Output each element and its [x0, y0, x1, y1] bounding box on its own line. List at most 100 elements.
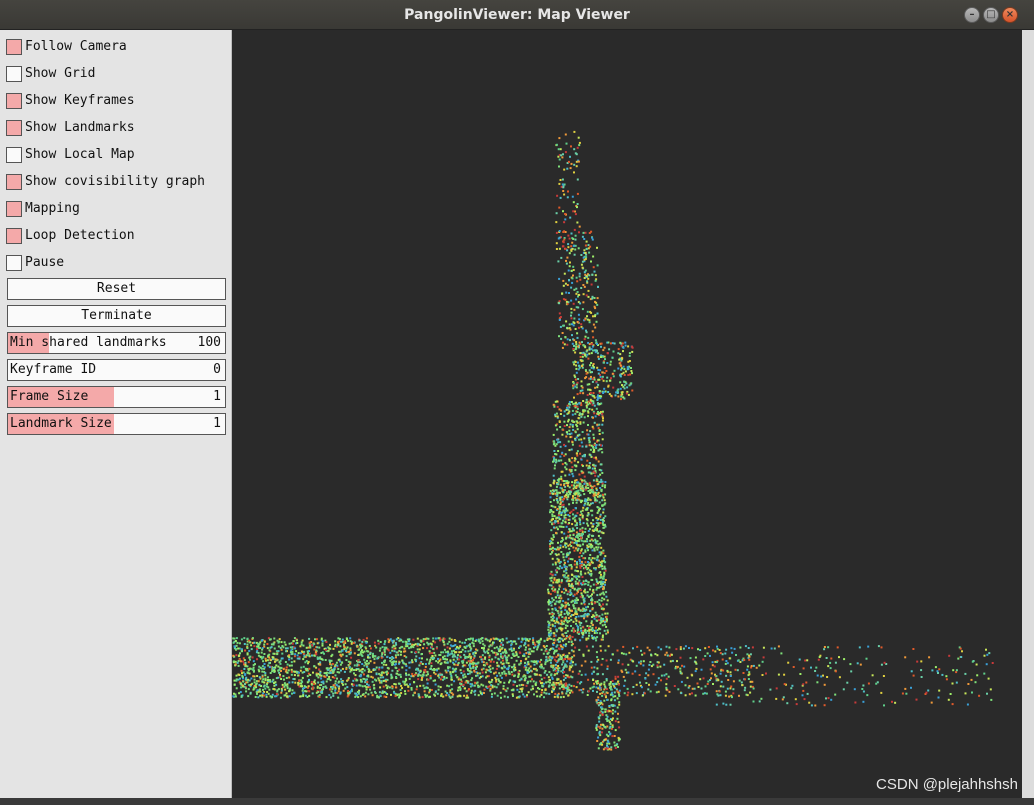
landmark-point	[573, 541, 576, 544]
landmark-point	[592, 392, 595, 394]
landmark-point	[731, 651, 734, 654]
reset-button[interactable]: Reset	[7, 278, 226, 300]
landmark-point	[630, 370, 633, 372]
landmark-point	[566, 498, 569, 501]
maximize-button[interactable]: □	[983, 7, 999, 23]
landmark-point	[370, 691, 373, 694]
landmark-point	[446, 642, 449, 645]
landmark-point	[587, 424, 589, 426]
landmark-point	[408, 661, 411, 664]
landmark-point	[559, 441, 562, 444]
landmark-point	[495, 686, 498, 689]
landmark-point	[338, 671, 341, 674]
landmark-size-slider[interactable]: Landmark Size 1	[7, 413, 226, 435]
landmark-point	[589, 466, 591, 469]
min-shared-landmarks-slider[interactable]: Min shared landmarks 100	[7, 332, 226, 354]
landmark-point	[334, 663, 337, 666]
landmark-point	[354, 674, 357, 677]
landmark-point	[589, 588, 591, 591]
landmark-point	[806, 692, 809, 695]
landmark-point	[293, 691, 295, 694]
landmark-point	[547, 624, 550, 627]
landmark-point	[558, 647, 560, 650]
landmark-point	[740, 681, 743, 684]
landmark-point	[581, 479, 584, 482]
landmark-point	[539, 660, 541, 663]
landmark-point	[630, 367, 632, 369]
landmark-point	[601, 673, 604, 676]
terminate-button[interactable]: Terminate	[7, 305, 226, 327]
minimize-button[interactable]: –	[964, 7, 980, 23]
checkbox-box[interactable]	[6, 39, 22, 55]
keyframe-id-field[interactable]: Keyframe ID 0	[7, 359, 226, 381]
landmark-point	[412, 638, 415, 641]
landmark-point	[429, 675, 432, 678]
landmark-point	[592, 490, 595, 493]
landmark-point	[563, 420, 566, 423]
landmark-point	[267, 686, 270, 689]
landmark-point	[568, 522, 571, 524]
landmark-point	[542, 652, 545, 655]
landmark-point	[575, 492, 578, 495]
landmark-point	[414, 651, 417, 654]
landmark-point	[598, 571, 601, 574]
landmark-point	[696, 682, 699, 685]
landmark-point	[576, 563, 579, 566]
landmark-point	[604, 649, 607, 652]
landmark-point	[567, 482, 569, 485]
checkbox-box[interactable]	[6, 93, 22, 109]
landmark-point	[358, 661, 361, 664]
landmark-point	[834, 670, 837, 673]
landmark-point	[614, 394, 617, 397]
frame-size-slider[interactable]: Frame Size 1	[7, 386, 226, 408]
landmark-point	[430, 645, 433, 648]
landmark-point	[571, 523, 574, 526]
landmark-point	[590, 488, 593, 491]
landmark-point	[579, 595, 582, 598]
landmark-point	[313, 643, 316, 646]
landmark-point	[571, 481, 574, 484]
checkbox-box[interactable]	[6, 147, 22, 163]
checkbox-box[interactable]	[6, 201, 22, 217]
landmark-point	[405, 683, 408, 686]
landmark-point	[264, 657, 267, 660]
close-button[interactable]: ×	[1002, 7, 1018, 23]
landmark-point	[548, 631, 550, 634]
landmark-point	[394, 663, 397, 666]
landmark-point	[342, 641, 345, 644]
landmark-point	[281, 683, 284, 686]
landmark-point	[575, 371, 578, 374]
landmark-point	[617, 659, 620, 662]
landmark-point	[617, 661, 620, 664]
landmark-point	[390, 693, 392, 696]
landmark-point	[550, 529, 553, 532]
landmark-point	[552, 433, 555, 436]
landmark-point	[624, 668, 627, 671]
checkbox-box[interactable]	[6, 174, 22, 190]
landmark-point	[462, 664, 465, 667]
checkbox-box[interactable]	[6, 66, 22, 82]
landmark-point	[560, 603, 563, 606]
landmark-point	[336, 692, 339, 694]
landmark-point	[318, 673, 321, 676]
landmark-point	[679, 670, 682, 673]
landmark-point	[575, 616, 578, 618]
landmark-point	[448, 637, 451, 640]
landmark-point	[577, 607, 580, 610]
map-view-canvas[interactable]	[232, 30, 1022, 798]
checkbox-box[interactable]	[6, 255, 22, 271]
checkbox-box[interactable]	[6, 120, 22, 136]
landmark-point	[476, 672, 479, 675]
landmark-point	[632, 647, 634, 650]
landmark-point	[578, 517, 581, 520]
landmark-point	[288, 654, 291, 657]
landmark-point	[966, 703, 969, 706]
checkbox-box[interactable]	[6, 228, 22, 244]
landmark-point	[575, 601, 578, 604]
landmark-point	[358, 639, 361, 642]
landmark-point	[711, 661, 714, 664]
landmark-point	[920, 676, 923, 678]
landmark-point	[580, 501, 583, 504]
landmark-point	[448, 647, 451, 650]
landmark-point	[477, 694, 480, 697]
